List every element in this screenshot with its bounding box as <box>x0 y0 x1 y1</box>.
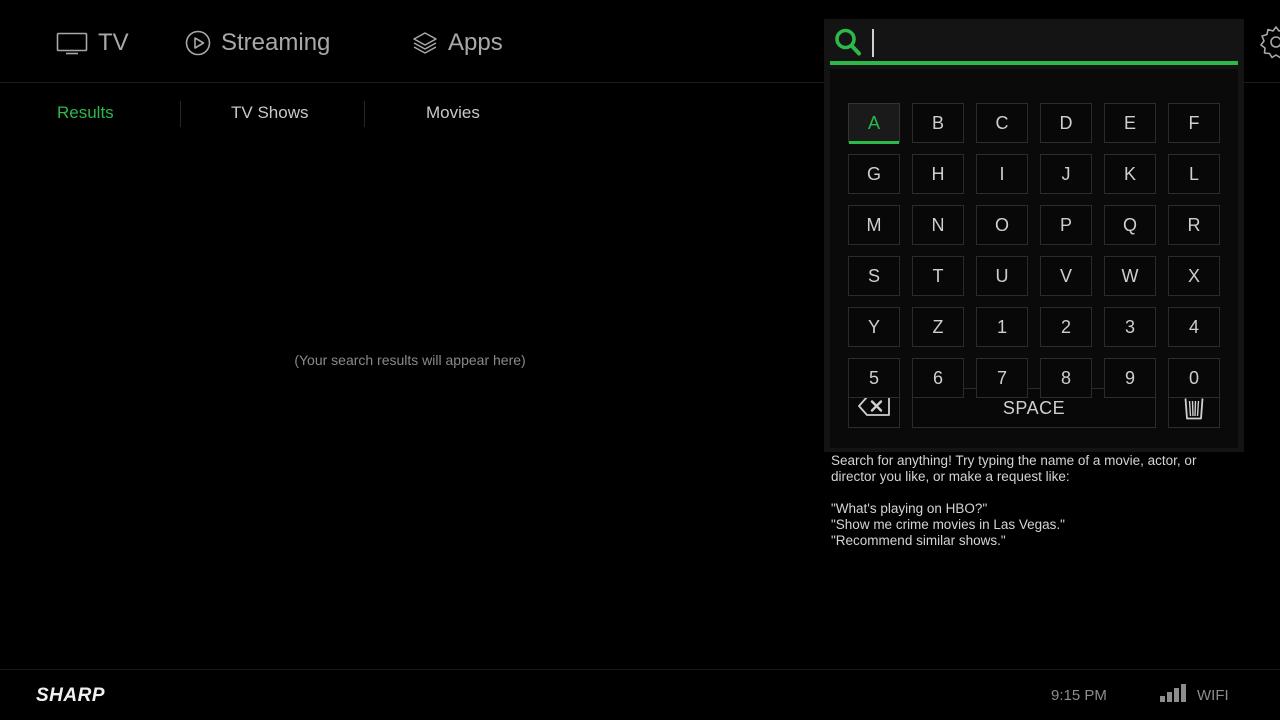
tab-divider <box>180 101 181 127</box>
tab-tv-shows[interactable]: TV Shows <box>231 103 308 127</box>
key-p[interactable]: P <box>1040 205 1092 245</box>
key-y[interactable]: Y <box>848 307 900 347</box>
key-4[interactable]: 4 <box>1168 307 1220 347</box>
key-1[interactable]: 1 <box>976 307 1028 347</box>
search-underline <box>830 61 1238 65</box>
search-icon <box>834 27 862 57</box>
hint-line: director you like, or make a request lik… <box>831 469 1070 484</box>
key-2[interactable]: 2 <box>1040 307 1092 347</box>
hint-example: "Recommend similar shows." <box>831 533 1006 548</box>
key-s[interactable]: S <box>848 256 900 296</box>
key-r[interactable]: R <box>1168 205 1220 245</box>
tab-divider <box>364 101 365 127</box>
wifi-bar <box>1167 692 1172 702</box>
key-x[interactable]: X <box>1168 256 1220 296</box>
key-g[interactable]: G <box>848 154 900 194</box>
on-screen-keyboard: SPACE ABCDEFGHIJKLMNOPQRSTUVWXYZ12345678… <box>830 69 1238 448</box>
hint-line: Search for anything! Try typing the name… <box>831 453 1197 468</box>
wifi-bar <box>1174 688 1179 702</box>
key-9[interactable]: 9 <box>1104 358 1156 398</box>
key-6[interactable]: 6 <box>912 358 964 398</box>
key-a[interactable]: A <box>848 103 900 144</box>
nav-streaming-label: Streaming <box>221 29 331 56</box>
key-7[interactable]: 7 <box>976 358 1028 398</box>
key-5[interactable]: 5 <box>848 358 900 398</box>
key-v[interactable]: V <box>1040 256 1092 296</box>
key-d[interactable]: D <box>1040 103 1092 143</box>
key-e[interactable]: E <box>1104 103 1156 143</box>
text-cursor <box>872 29 874 57</box>
nav-apps-label: Apps <box>448 29 503 56</box>
status-bar: SHARP 9:15 PM WIFI <box>0 669 1280 720</box>
tab-movies[interactable]: Movies <box>426 103 480 127</box>
results-placeholder: (Your search results will appear here) <box>294 352 526 368</box>
hint-example: "What's playing on HBO?" <box>831 501 988 516</box>
wifi-signal-icon <box>1160 684 1188 702</box>
key-h[interactable]: H <box>912 154 964 194</box>
backspace-icon <box>857 395 891 422</box>
hint-example: "Show me crime movies in Las Vegas." <box>831 517 1065 532</box>
search-hint: Search for anything! Try typing the name… <box>831 453 1251 549</box>
key-i[interactable]: I <box>976 154 1028 194</box>
key-j[interactable]: J <box>1040 154 1092 194</box>
wifi-bar <box>1160 696 1165 702</box>
search-panel: SPACE ABCDEFGHIJKLMNOPQRSTUVWXYZ12345678… <box>824 19 1244 452</box>
search-input[interactable] <box>830 21 1238 65</box>
key-l[interactable]: L <box>1168 154 1220 194</box>
key-u[interactable]: U <box>976 256 1028 296</box>
key-0[interactable]: 0 <box>1168 358 1220 398</box>
wifi-bar <box>1181 684 1186 702</box>
tab-results[interactable]: Results <box>57 103 114 127</box>
nav-tv-label: TV <box>98 29 129 56</box>
key-n[interactable]: N <box>912 205 964 245</box>
key-b[interactable]: B <box>912 103 964 143</box>
nav-tv[interactable]: TV <box>56 24 129 62</box>
nav-apps[interactable]: Apps <box>412 24 503 62</box>
key-o[interactable]: O <box>976 205 1028 245</box>
key-w[interactable]: W <box>1104 256 1156 296</box>
key-k[interactable]: K <box>1104 154 1156 194</box>
key-f[interactable]: F <box>1168 103 1220 143</box>
sharp-logo: SHARP <box>36 685 106 706</box>
key-t[interactable]: T <box>912 256 964 296</box>
nav-streaming[interactable]: Streaming <box>185 24 330 62</box>
key-c[interactable]: C <box>976 103 1028 143</box>
key-q[interactable]: Q <box>1104 205 1156 245</box>
tv-icon <box>56 31 88 55</box>
play-circle-icon <box>185 30 211 56</box>
key-m[interactable]: M <box>848 205 900 245</box>
key-8[interactable]: 8 <box>1040 358 1092 398</box>
key-z[interactable]: Z <box>912 307 964 347</box>
layers-icon <box>412 30 438 56</box>
key-3[interactable]: 3 <box>1104 307 1156 347</box>
wifi-label: WIFI <box>1197 687 1229 704</box>
settings-gear-icon[interactable] <box>1258 24 1280 60</box>
clock: 9:15 PM <box>1051 687 1107 704</box>
